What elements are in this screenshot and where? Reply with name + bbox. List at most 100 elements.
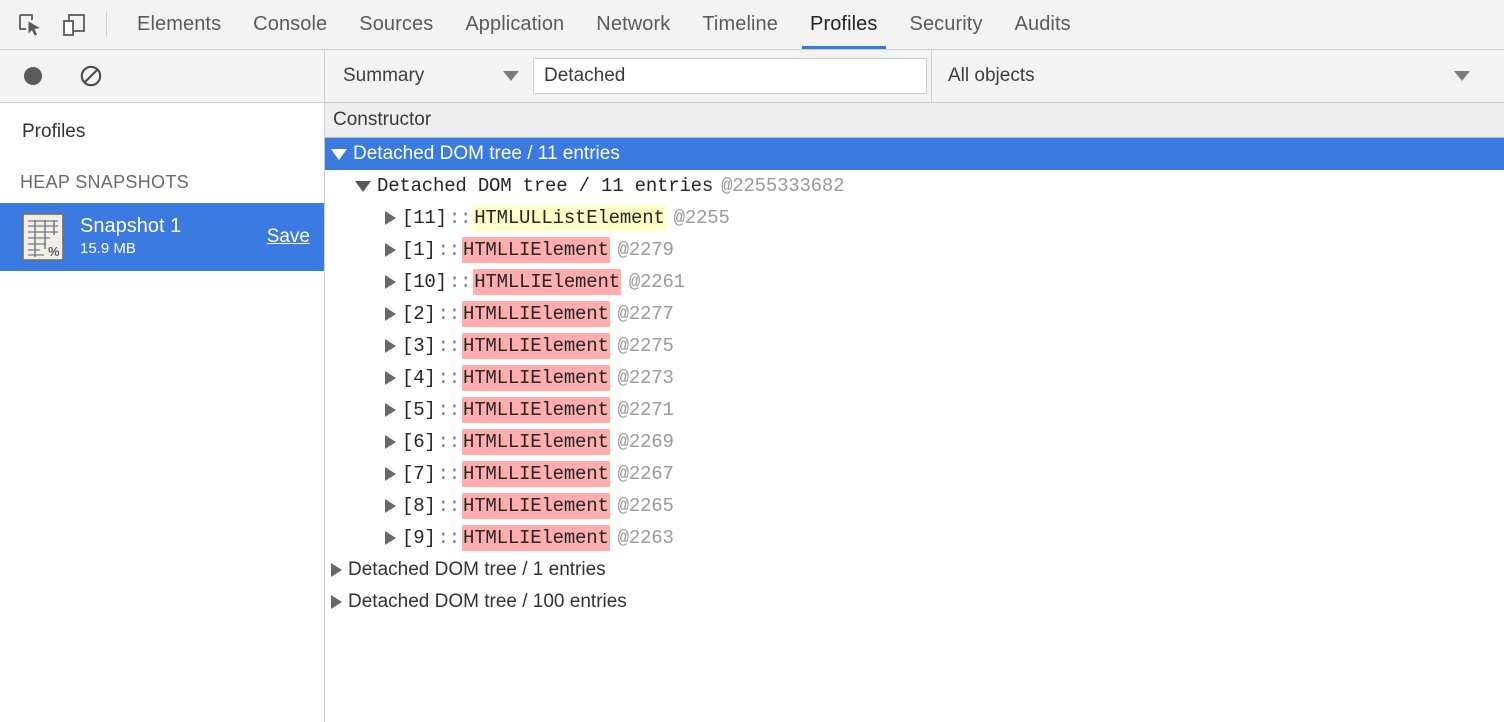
twisty-collapsed-icon[interactable] (385, 339, 396, 353)
tab-console[interactable]: Console (237, 0, 343, 49)
twisty-collapsed-icon[interactable] (385, 403, 396, 417)
twisty-collapsed-icon[interactable] (385, 371, 396, 385)
tree-row[interactable]: [3] :: HTMLLIElement@2275 (325, 330, 1504, 362)
tree-row[interactable]: [2] :: HTMLLIElement@2277 (325, 298, 1504, 330)
tab-sources[interactable]: Sources (343, 0, 449, 49)
view-select[interactable]: Summary (325, 50, 533, 102)
tree-row-separator: :: (436, 431, 462, 453)
tree-row-index: [5] (402, 399, 436, 421)
tab-application[interactable]: Application (449, 0, 580, 49)
tree-row-constructor: HTMLLIElement (462, 365, 610, 391)
tree-row-index: [4] (402, 367, 436, 389)
tree-row-separator: :: (436, 399, 462, 421)
tree-row-separator: :: (436, 239, 462, 261)
tree-row-constructor: HTMLLIElement (462, 237, 610, 263)
tree-row-constructor: HTMLLIElement (462, 493, 610, 519)
tree-row-separator: :: (436, 335, 462, 357)
twisty-collapsed-icon[interactable] (385, 307, 396, 321)
tree-row-separator: :: (436, 495, 462, 517)
twisty-collapsed-icon[interactable] (385, 275, 396, 289)
tree-row-constructor: HTMLLIElement (462, 461, 610, 487)
class-filter-input[interactable] (533, 58, 927, 94)
tree-row-separator: :: (436, 463, 462, 485)
tab-timeline[interactable]: Timeline (686, 0, 794, 49)
tree-row-index: [6] (402, 431, 436, 453)
tree-row-constructor: HTMLLIElement (462, 525, 610, 551)
tree-row[interactable]: Detached DOM tree / 11 entries@225533368… (325, 170, 1504, 202)
tree-row-constructor: HTMLLIElement (462, 429, 610, 455)
tree-row-object-id: @2263 (610, 527, 674, 549)
tab-label: Network (596, 13, 670, 36)
devtools-body: Profiles HEAP SNAPSHOTS (0, 50, 1504, 722)
tree-row-object-id: @2255 (666, 207, 730, 229)
tree-row-constructor: HTMLLIElement (462, 301, 610, 327)
device-toolbar-icon[interactable] (60, 11, 88, 39)
twisty-collapsed-icon[interactable] (385, 467, 396, 481)
tab-network[interactable]: Network (580, 0, 686, 49)
tree-row-index: [2] (402, 303, 436, 325)
heap-toolbar: Summary All objects (325, 50, 1504, 103)
objects-filter-select[interactable]: All objects (931, 50, 1500, 102)
twisty-collapsed-icon[interactable] (385, 211, 396, 225)
tree-row-separator: :: (447, 271, 473, 293)
tree-row-object-id: @2277 (610, 303, 674, 325)
panel-tabs: Elements Console Sources Application Net… (121, 0, 1087, 49)
tree-row[interactable]: [6] :: HTMLLIElement@2269 (325, 426, 1504, 458)
devtools-tabbar: Elements Console Sources Application Net… (0, 0, 1504, 50)
heap-object-tree[interactable]: Detached DOM tree / 11 entriesDetached D… (325, 138, 1504, 722)
tree-row[interactable]: [8] :: HTMLLIElement@2265 (325, 490, 1504, 522)
sidebar-content: Profiles HEAP SNAPSHOTS (0, 103, 324, 722)
twisty-expanded-icon[interactable] (331, 149, 347, 160)
heap-snapshot-icon: % (22, 213, 64, 261)
column-header-constructor[interactable]: Constructor (333, 109, 431, 131)
twisty-expanded-icon[interactable] (355, 181, 371, 192)
tree-row-constructor: HTMLLIElement (462, 333, 610, 359)
tree-row[interactable]: [9] :: HTMLLIElement@2263 (325, 522, 1504, 554)
tree-row-index: [9] (402, 527, 436, 549)
twisty-collapsed-icon[interactable] (385, 499, 396, 513)
heap-profile-panel: Summary All objects Constructor Detached… (325, 50, 1504, 722)
tree-row[interactable]: Detached DOM tree / 100 entries (325, 586, 1504, 618)
tree-row[interactable]: [5] :: HTMLLIElement@2271 (325, 394, 1504, 426)
record-button[interactable] (18, 61, 48, 91)
svg-text:%: % (48, 244, 60, 259)
tree-row-label: Detached DOM tree / 11 entries (377, 175, 713, 197)
tree-row[interactable]: Detached DOM tree / 1 entries (325, 554, 1504, 586)
tree-row[interactable]: Detached DOM tree / 11 entries (325, 138, 1504, 170)
tab-security[interactable]: Security (894, 0, 999, 49)
tree-row-object-id: @2261 (621, 271, 685, 293)
tree-row-index: [7] (402, 463, 436, 485)
tree-row[interactable]: [4] :: HTMLLIElement@2273 (325, 362, 1504, 394)
tree-row-separator: :: (436, 527, 462, 549)
sidebar-item-snapshot-1[interactable]: % Snapshot 1 15.9 MB Save (0, 203, 324, 271)
tab-label: Elements (137, 13, 221, 36)
tree-row-label: Detached DOM tree / 1 entries (348, 559, 606, 581)
tab-elements[interactable]: Elements (121, 0, 237, 49)
tab-label: Timeline (702, 13, 778, 36)
tab-profiles[interactable]: Profiles (794, 0, 894, 49)
tab-label: Profiles (810, 13, 878, 36)
twisty-collapsed-icon[interactable] (331, 595, 342, 609)
tab-audits[interactable]: Audits (999, 0, 1087, 49)
inspect-element-icon[interactable] (16, 11, 44, 39)
twisty-collapsed-icon[interactable] (385, 531, 396, 545)
tree-row[interactable]: [11] :: HTMLULListElement@2255 (325, 202, 1504, 234)
sidebar-section-heap-snapshots: HEAP SNAPSHOTS (0, 158, 324, 203)
snapshot-name: Snapshot 1 (80, 215, 257, 238)
twisty-collapsed-icon[interactable] (385, 243, 396, 257)
tree-row[interactable]: [1] :: HTMLLIElement@2279 (325, 234, 1504, 266)
twisty-collapsed-icon[interactable] (385, 435, 396, 449)
devtools-window: Elements Console Sources Application Net… (0, 0, 1504, 722)
tab-label: Application (465, 13, 564, 36)
tree-row-separator: :: (436, 367, 462, 389)
tree-row-object-id: @2255333682 (713, 175, 844, 197)
twisty-collapsed-icon[interactable] (331, 563, 342, 577)
clear-button[interactable] (76, 61, 106, 91)
tab-label: Security (910, 13, 983, 36)
page-title: Profiles (0, 103, 324, 158)
tree-row[interactable]: [10] :: HTMLLIElement@2261 (325, 266, 1504, 298)
tree-row-index: [11] (402, 207, 447, 229)
save-snapshot-link[interactable]: Save (257, 226, 310, 248)
tree-row-index: [3] (402, 335, 436, 357)
tree-row[interactable]: [7] :: HTMLLIElement@2267 (325, 458, 1504, 490)
